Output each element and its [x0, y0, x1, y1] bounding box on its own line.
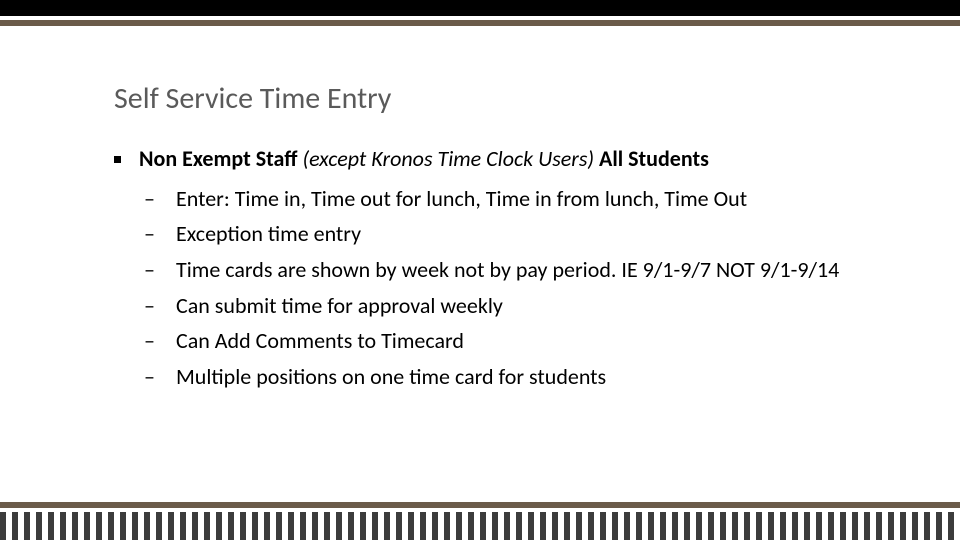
sub-bullet: –Enter: Time in, Time out for lunch, Tim…: [160, 184, 900, 214]
slide-content: Self Service Time Entry Non Exempt Staff…: [114, 80, 900, 398]
top-border: [0, 0, 960, 26]
bullet-row: Non Exempt Staff (except Kronos Time Clo…: [114, 145, 900, 174]
slide-title: Self Service Time Entry: [114, 80, 900, 117]
sub-bullet: –Can Add Comments to Timecard: [160, 326, 900, 356]
main-part1: Non Exempt Staff: [139, 145, 302, 172]
sub-bullet: –Can submit time for approval weekly: [160, 291, 900, 321]
main-bullet-text: Non Exempt Staff (except Kronos Time Clo…: [139, 145, 709, 174]
sub-text: Multiple positions on one time card for …: [176, 363, 606, 390]
bottom-stripe-pattern: [0, 512, 960, 540]
sub-text: Time cards are shown by week not by pay …: [176, 256, 839, 283]
sub-text: Enter: Time in, Time out for lunch, Time…: [176, 185, 747, 212]
sub-bullet: –Multiple positions on one time card for…: [160, 362, 900, 392]
sub-bullet: –Exception time entry: [160, 219, 900, 249]
square-bullet-icon: [114, 156, 121, 163]
bottom-border: [0, 502, 960, 540]
top-brown-bar: [0, 20, 960, 26]
sub-bullet: –Time cards are shown by week not by pay…: [160, 255, 900, 285]
main-part3: All Students: [599, 145, 709, 172]
bottom-brown-bar: [0, 502, 960, 508]
sub-text: Can Add Comments to Timecard: [176, 327, 464, 354]
top-black-bar: [0, 0, 960, 16]
sub-text: Exception time entry: [176, 220, 361, 247]
sub-text: Can submit time for approval weekly: [176, 292, 503, 319]
main-part2: (except Kronos Time Clock Users): [302, 145, 599, 172]
